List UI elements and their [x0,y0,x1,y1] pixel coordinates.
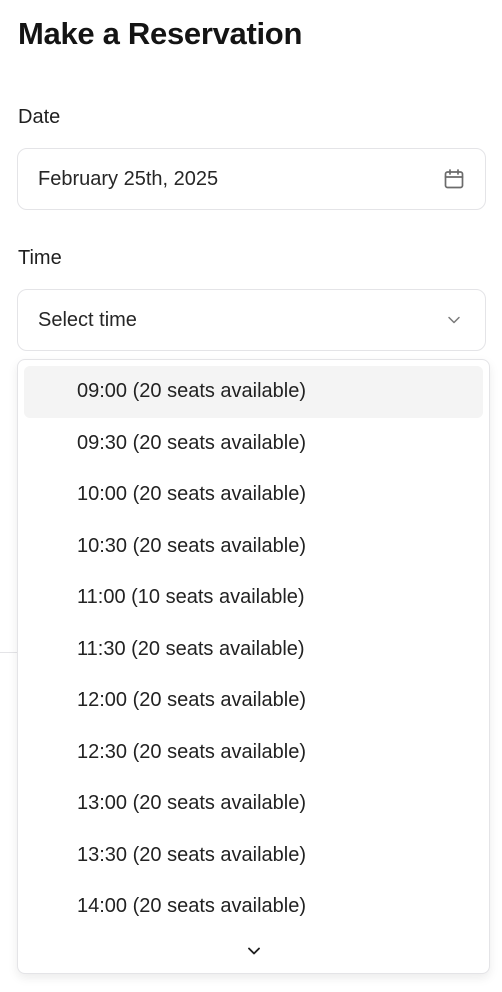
time-option[interactable]: 12:30 (20 seats available) [24,727,483,779]
date-picker-button[interactable]: February 25th, 2025 [17,148,486,210]
time-option[interactable]: 11:00 (10 seats available) [24,572,483,624]
time-options-dropdown: 09:00 (20 seats available) 09:30 (20 sea… [17,359,490,974]
time-placeholder: Select time [38,308,137,331]
time-option[interactable]: 13:30 (20 seats available) [24,830,483,882]
chevron-down-icon [244,941,264,966]
time-label: Time [18,247,62,269]
time-option[interactable]: 14:00 (20 seats available) [24,881,483,933]
chevron-down-icon [441,307,467,333]
time-option[interactable]: 10:00 (20 seats available) [24,469,483,521]
time-option[interactable]: 11:30 (20 seats available) [24,624,483,676]
time-option[interactable]: 09:00 (20 seats available) [24,366,483,418]
calendar-icon [441,166,467,192]
scroll-down-button[interactable] [18,941,489,965]
date-label: Date [18,106,61,128]
time-option[interactable]: 12:00 (20 seats available) [24,675,483,727]
time-option[interactable]: 13:00 (20 seats available) [24,778,483,830]
time-option[interactable]: 10:30 (20 seats available) [24,521,483,573]
time-option[interactable]: 09:30 (20 seats available) [24,418,483,470]
page-title: Make a Reservation [18,16,303,51]
reservation-page: Make a Reservation Date February 25th, 2… [0,0,502,992]
time-select-trigger[interactable]: Select time [17,289,486,351]
date-value: February 25th, 2025 [38,167,219,190]
